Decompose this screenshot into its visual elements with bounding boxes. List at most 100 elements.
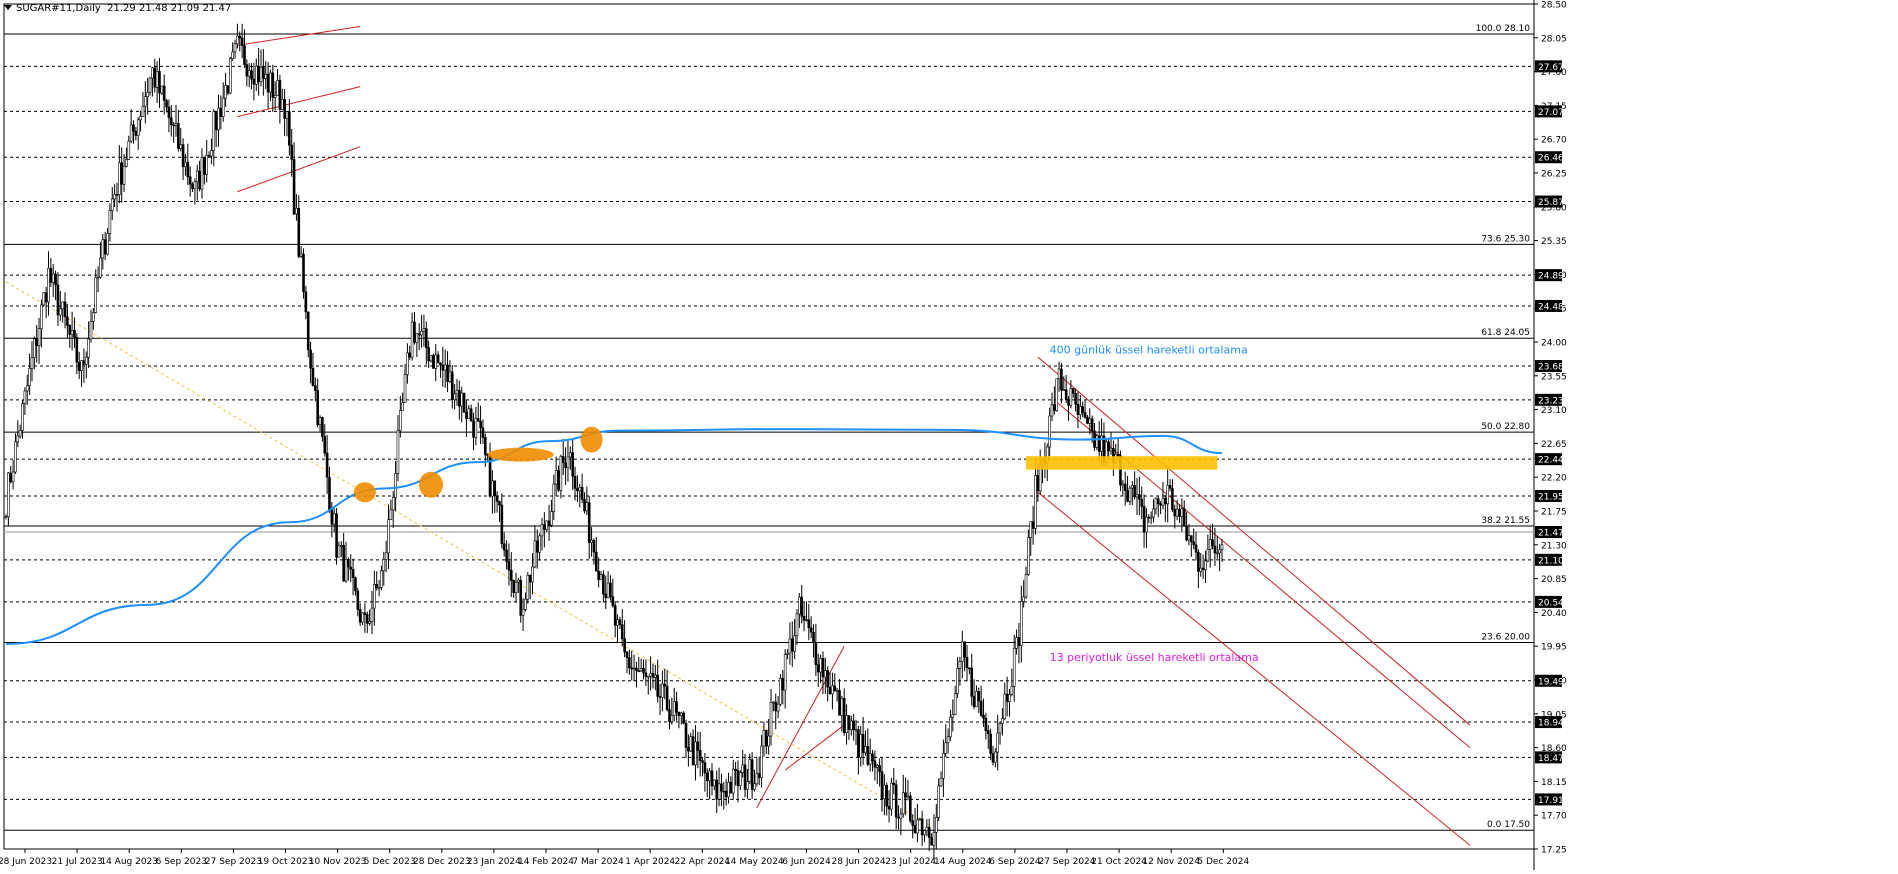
candle [1003,682,1007,721]
candle-body [40,304,43,330]
candle [1204,550,1207,584]
candle [106,228,109,256]
date-tick-label: 6 Sep 2024 [989,857,1041,867]
candle-body [554,470,558,485]
candle [229,56,232,95]
candle [240,23,244,59]
candle-body [153,67,157,88]
candle [1164,495,1167,522]
candle-body [311,367,315,386]
candle [18,424,22,439]
candle [661,670,664,712]
candle [736,760,740,803]
candle [597,557,600,588]
candle [958,656,962,686]
candle-body [110,198,114,211]
candle [916,803,919,843]
candle-body [937,785,940,818]
candle [672,687,676,722]
candle-body [167,106,171,119]
candle [727,772,730,804]
candle-body [191,183,194,190]
level-tag-label: 20.54 [1538,598,1564,608]
candle-body [361,612,364,623]
candle-body [949,716,952,738]
candle-body [788,638,792,654]
candle-body [292,159,296,215]
candle [687,734,690,767]
date-tick-label: 28 Dec 2023 [413,857,471,867]
candle-body [177,123,180,149]
candle-body [901,792,905,815]
candle-body [816,664,820,673]
candle-body [458,389,461,407]
candle [1001,708,1004,736]
candle-body [521,609,525,616]
candle-body [106,233,109,255]
candle-body [1057,368,1061,380]
candle [1074,388,1077,412]
candle [1109,432,1113,455]
candle-body [384,552,388,560]
candle [387,504,390,569]
candle-body [146,91,149,98]
candle [141,92,145,117]
candle [986,725,990,749]
candle [462,392,466,413]
candle-body [748,759,752,782]
candle-body [838,690,841,716]
candle-body [755,773,759,785]
candle [885,782,889,816]
price-tick-label: 26.25 [1541,170,1567,180]
candle-body [443,364,447,371]
candle [191,182,194,192]
candle [424,321,428,365]
candle [269,69,272,102]
candle-body [243,45,246,65]
candle-body [337,545,341,558]
candle-body [75,337,79,363]
candle-body [363,612,367,615]
candle [583,492,586,514]
candle [717,767,721,807]
candle-body [975,691,978,708]
candle-body [658,696,662,698]
candle-body [1145,516,1148,533]
candle-body [219,107,223,117]
candle-body [328,476,331,511]
candle-body [654,674,657,678]
candle [514,572,518,603]
candle [923,830,926,843]
candle [909,791,912,824]
candle-body [1097,435,1101,452]
candle-body [994,751,997,763]
candle [1029,521,1033,556]
candle-body [221,97,225,117]
level-tag-label: 18.94 [1538,719,1564,729]
candle [342,532,345,582]
candle-body [339,544,343,547]
candle [472,412,475,451]
candle-body [571,452,574,477]
price-tick-label: 20.85 [1541,575,1567,585]
candle-body [866,746,870,765]
candle [979,685,983,718]
date-tick-label: 14 Aug 2023 [100,857,158,867]
candle [883,774,886,816]
candle-body [1076,403,1080,415]
candle-body [663,683,667,687]
candle [1218,543,1221,572]
level-tag-label: 25.87 [1538,198,1564,208]
candle [115,182,119,212]
candle-body [1064,389,1068,400]
candle [878,758,881,787]
candle [151,67,154,97]
candle-body [819,658,822,673]
collapse-arrow-icon[interactable] [4,5,12,10]
candle [665,669,669,712]
candle-body [1138,494,1141,500]
price-tick-label: 22.20 [1541,474,1567,484]
candle-body [181,144,185,168]
symbol-label: SUGAR#11,Daily [16,3,101,14]
candle [207,151,211,158]
